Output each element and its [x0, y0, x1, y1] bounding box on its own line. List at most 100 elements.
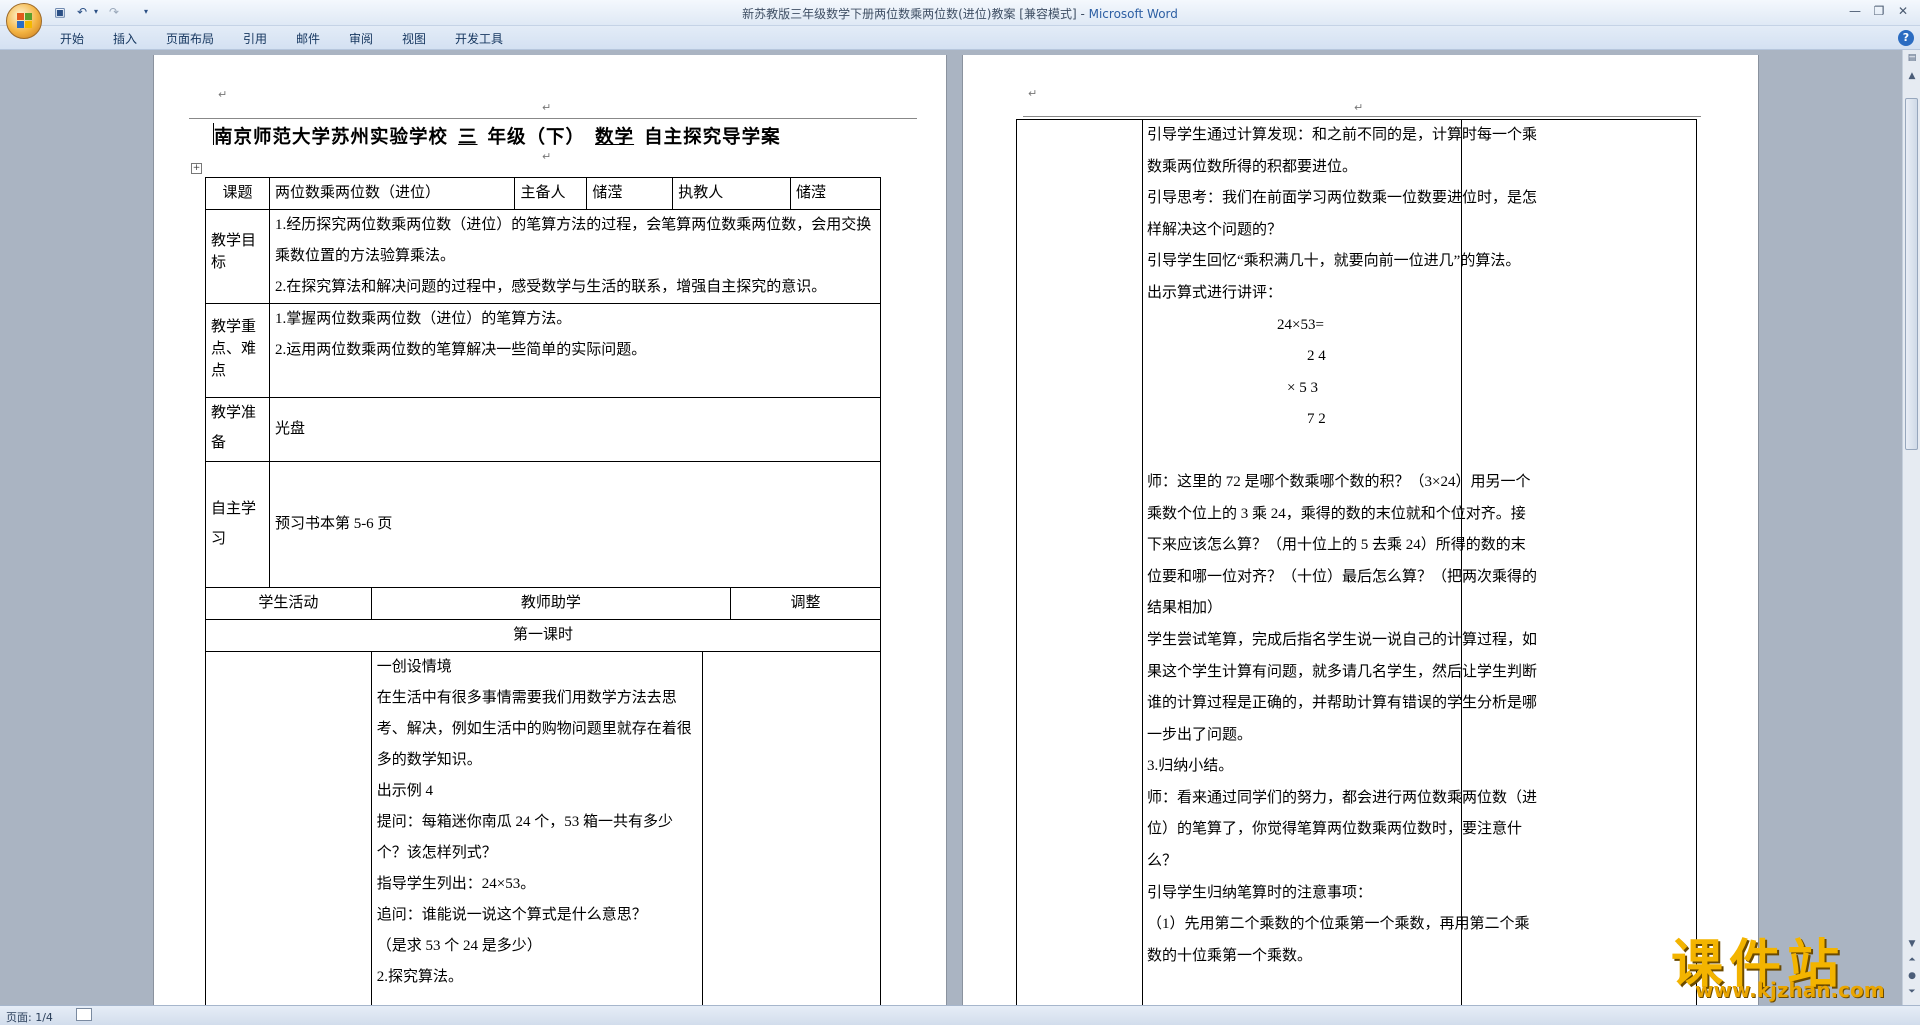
- cell-preparer-value: 储滢: [586, 177, 674, 210]
- cell-prep-label: 教学准备: [205, 397, 270, 462]
- previous-page-icon[interactable]: ⏶: [1906, 954, 1918, 966]
- subject-fill: 数学: [595, 127, 635, 148]
- document-area[interactable]: ↵ ↵ 南京师范大学苏州实验学校三年级（下） 数学 自主探究导学案 ↵ + 课题 两…: [0, 50, 1902, 1005]
- grade-text: 年级（下）: [487, 127, 586, 148]
- doc-heading: 南京师范大学苏州实验学校三年级（下） 数学 自主探究导学案: [214, 123, 781, 149]
- teach-line: 引导学生归纳笔算时的注意事项：: [1147, 884, 1373, 901]
- page-1[interactable]: ↵ ↵ 南京师范大学苏州实验学校三年级（下） 数学 自主探究导学案 ↵ + 课题 两…: [153, 55, 947, 1005]
- vertical-calc-line: 2 4: [1307, 348, 1326, 365]
- tab-insert[interactable]: 插入: [113, 30, 137, 47]
- teach-line: 引导学生回忆“乘积满几十，就要向前一位进几”的算法。: [1147, 253, 1521, 270]
- cell-adjust-header: 调整: [730, 587, 881, 620]
- minimize-icon[interactable]: —: [1842, 2, 1868, 20]
- table-move-handle-icon[interactable]: +: [191, 163, 202, 174]
- table-row: 一创设情境 在生活中有很多事情需要我们用数学方法去思考、解决，例如生活中的购物问…: [205, 651, 881, 1005]
- status-bar: 页面: 1/4: [0, 1005, 1920, 1025]
- focus-line-2: 2.运用两位数乘两位数的笔算解决一些简单的实际问题。: [274, 342, 647, 358]
- teach-line: 师：看来通过同学们的努力，都会进行两位数乘两位数（进位）的笔算了，你觉得笔算两位…: [1147, 789, 1538, 870]
- grade-fill: 三: [458, 127, 478, 148]
- cell-topic-label: 课题: [205, 177, 270, 210]
- restore-icon[interactable]: ❐: [1866, 2, 1892, 20]
- teach-line: 学生尝试笔算，完成后指名学生说一说自己的计算过程，如果这个学生计算有问题，就多请…: [1147, 631, 1538, 743]
- teacher-help-continued: 引导学生通过计算发现：和之前不同的是，计算时每一个乘数乘两位数所得的积都要进位。…: [1147, 120, 1537, 972]
- cell-focus-value: 1.掌握两位数乘两位数（进位）的笔算方法。 2.运用两位数乘两位数的笔算解决一些…: [268, 303, 882, 398]
- teach-line: 3.归纳小结。: [1147, 758, 1234, 775]
- table-row: 教学重点、难点 1.掌握两位数乘两位数（进位）的笔算方法。 2.运用两位数乘两位…: [205, 303, 882, 398]
- cell-student-activity-header: 学生活动: [205, 587, 372, 620]
- focus-line-1: 1.掌握两位数乘两位数（进位）的笔算方法。: [274, 311, 572, 327]
- browse-object-icon[interactable]: ●: [1906, 970, 1918, 982]
- close-icon[interactable]: ✕: [1890, 2, 1916, 20]
- equation-line: 24×53=: [1277, 316, 1324, 333]
- tab-view[interactable]: 视图: [402, 30, 426, 47]
- cell-teacher-label: 执教人: [672, 177, 792, 210]
- cell-goals-value: 1.经历探究两位数乘两位数（进位）的笔算方法的过程，会笔算两位数乘两位数，会用交…: [268, 209, 882, 304]
- paragraph-mark: ↵: [1028, 87, 1038, 100]
- cell-self-study-label: 自主学习: [205, 461, 270, 588]
- cell-teacher-value: 储滢: [790, 177, 881, 210]
- ribbon-tabs: 开始 插入 页面布局 引用 邮件 审阅 视图 开发工具 ?: [0, 26, 1920, 50]
- help-icon[interactable]: ?: [1898, 30, 1914, 46]
- table-row: 教学准备 光盘: [205, 397, 882, 462]
- teach-line: 在生活中有很多事情需要我们用数学方法去思考、解决，例如生活中的购物问题里就存在着…: [376, 690, 692, 768]
- window-title: 新苏教版三年级数学下册两位数乘两位数(进位)教案 [兼容模式] - Micros…: [742, 7, 1178, 21]
- teach-line: （1）先用第二个乘数的个位乘第一个乘数，再用第二个乘数的十位乘第一个乘数。: [1147, 916, 1530, 964]
- vertical-calc-line: × 5 3: [1287, 379, 1318, 396]
- goal-line-1: 1.经历探究两位数乘两位数（进位）的笔算方法的过程，会笔算两位数乘两位数，会用交…: [274, 217, 872, 264]
- title-bar: ▣ ↶ ▾ ↷ ▾ 新苏教版三年级数学下册两位数乘两位数(进位)教案 [兼容模式…: [0, 0, 1920, 39]
- table-row: 学生活动 教师助学 调整: [205, 587, 881, 620]
- teach-line: （是求 53 个 24 是多少）: [376, 938, 542, 954]
- page-2[interactable]: ↵ ↵ 引导学生通过计算发现：和之前不同的是，计算时每一个乘数乘两位数所得的积都…: [962, 55, 1759, 1005]
- next-page-icon[interactable]: ⏷: [1906, 986, 1918, 998]
- vertical-scrollbar[interactable]: ▤ ▲ ▼ ⏶ ● ⏷: [1902, 50, 1920, 1005]
- paragraph-mark: ↵: [218, 88, 228, 101]
- paragraph-mark: ↵: [542, 150, 552, 163]
- word-window: ▣ ↶ ▾ ↷ ▾ 新苏教版三年级数学下册两位数乘两位数(进位)教案 [兼容模式…: [0, 0, 1920, 1025]
- cell-first-lesson: 第一课时: [205, 619, 881, 652]
- watermark-url: www.kjzhan.com: [1695, 978, 1885, 1002]
- table-border: [1696, 120, 1697, 1005]
- table-row: 教学目标 1.经历探究两位数乘两位数（进位）的笔算方法的过程，会笔算两位数乘两位…: [205, 209, 882, 304]
- office-logo-icon: [17, 13, 33, 29]
- header-rule: [1023, 116, 1701, 117]
- cell-self-study-value: 预习书本第 5-6 页: [268, 461, 882, 588]
- tab-review[interactable]: 审阅: [349, 30, 373, 47]
- page-indicator[interactable]: 页面: 1/4: [6, 1009, 53, 1025]
- office-button[interactable]: [6, 3, 42, 39]
- window-title-app: Microsoft Word: [1088, 7, 1178, 21]
- cell-preparer-label: 主备人: [514, 177, 588, 210]
- tab-developer[interactable]: 开发工具: [455, 30, 503, 47]
- scroll-up-icon[interactable]: ▲: [1906, 70, 1918, 82]
- vertical-calc-line: 7 2: [1307, 411, 1326, 428]
- paragraph-mark: ↵: [1354, 101, 1364, 114]
- tab-mailings[interactable]: 邮件: [296, 30, 320, 47]
- school-name: 南京师范大学苏州实验学校: [214, 127, 449, 148]
- table-row: 课题 两位数乘两位数（进位） 主备人 储滢 执教人 储滢: [205, 177, 881, 210]
- teach-line: 2.探究算法。: [376, 969, 464, 985]
- teach-line: 追问：谁能说一说这个算式是什么意思？: [376, 907, 647, 923]
- proofing-icon[interactable]: [76, 1008, 92, 1021]
- heading-tail: 自主探究导学案: [644, 127, 781, 148]
- ruler-toggle-icon[interactable]: ▤: [1906, 52, 1918, 64]
- teach-line: 师：这里的 72 是哪个数乘哪个数的积？（3×24）用另一个乘数个位上的 3 乘…: [1147, 473, 1538, 617]
- kjzhan-watermark-logo: 课件站 www.kjzhan.com: [1665, 922, 1905, 1002]
- cell-topic-value: 两位数乘两位数（进位）: [268, 177, 516, 210]
- scroll-down-icon[interactable]: ▼: [1906, 938, 1918, 950]
- scroll-thumb[interactable]: [1905, 98, 1918, 450]
- lesson-table: 课题 两位数乘两位数（进位） 主备人 储滢 执教人 储滢 教学目标 1.经历探究…: [205, 177, 882, 1005]
- table-border: [1142, 120, 1143, 1005]
- tab-home[interactable]: 开始: [60, 30, 84, 47]
- table-row: 第一课时: [205, 619, 881, 652]
- cell-goals-label: 教学目标: [205, 209, 270, 304]
- cell-student-activity: [205, 651, 372, 1005]
- teach-line: 出示例 4: [376, 783, 434, 799]
- table-row: 自主学习 预习书本第 5-6 页: [205, 461, 882, 588]
- tab-references[interactable]: 引用: [243, 30, 267, 47]
- cell-prep-value: 光盘: [268, 397, 882, 462]
- teach-line: 指导学生列出：24×53。: [376, 876, 536, 892]
- tab-page-layout[interactable]: 页面布局: [166, 30, 214, 47]
- cell-focus-label: 教学重点、难点: [205, 303, 270, 398]
- paragraph-mark: ↵: [542, 101, 552, 114]
- teach-line: 出示算式进行讲评：: [1147, 284, 1283, 301]
